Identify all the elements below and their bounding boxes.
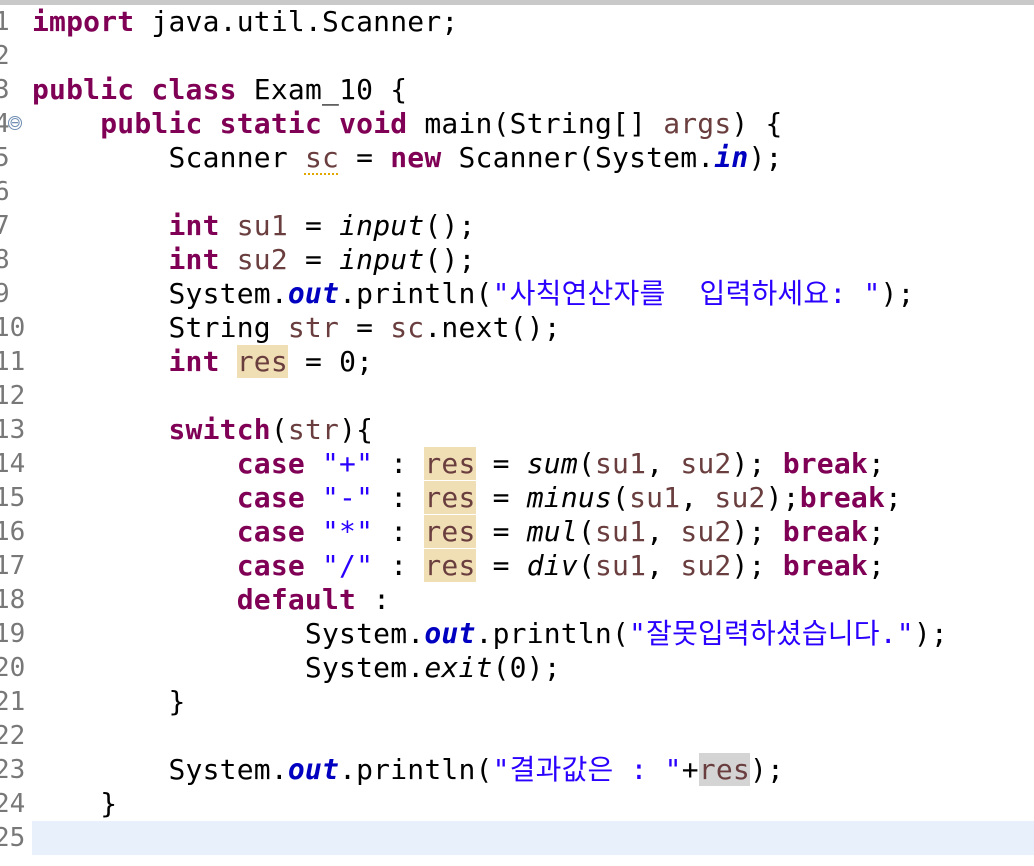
- line-content[interactable]: default :: [32, 583, 390, 617]
- code-line-12[interactable]: 12: [0, 379, 1034, 413]
- line-content[interactable]: }: [32, 685, 186, 719]
- line-number: 13: [0, 415, 26, 445]
- line-content[interactable]: case "-" : res = minus(su1, su2);break;: [32, 481, 902, 515]
- line-number: 22: [0, 721, 26, 751]
- line-content[interactable]: public class Exam_10 {: [32, 73, 407, 107]
- occurrence-highlight: res: [424, 447, 476, 480]
- line-content[interactable]: System.exit(0);: [32, 651, 561, 685]
- line-number: 16: [0, 517, 26, 547]
- line-content[interactable]: }: [32, 787, 117, 821]
- line-number: 14: [0, 449, 26, 479]
- line-number: 5: [0, 143, 10, 173]
- line-number: 4: [0, 109, 10, 139]
- code-line-19[interactable]: 19 System.out.println("잘못입력하셨습니다.");: [0, 617, 1034, 651]
- occurrence-highlight: res: [424, 481, 476, 514]
- line-content[interactable]: System.out.println("잘못입력하셨습니다.");: [32, 617, 948, 651]
- line-number: 3: [0, 75, 10, 105]
- code-line-10[interactable]: 10 String str = sc.next();: [0, 311, 1034, 345]
- line-content[interactable]: int su1 = input();: [32, 209, 476, 243]
- code-line-1[interactable]: 1 import java.util.Scanner;: [0, 5, 1034, 39]
- line-number: 7: [0, 211, 10, 241]
- line-content[interactable]: switch(str){: [32, 413, 373, 447]
- line-number: 1: [0, 7, 10, 37]
- line-number: 18: [0, 585, 26, 615]
- code-line-7[interactable]: 7 int su1 = input();: [0, 209, 1034, 243]
- code-line-4[interactable]: 4 ⊖ public static void main(String[] arg…: [0, 107, 1034, 141]
- code-line-9[interactable]: 9 System.out.println("사칙연산자를 입력하세요: ");: [0, 277, 1034, 311]
- code-line-11[interactable]: 11 int res = 0;: [0, 345, 1034, 379]
- code-line-18[interactable]: 18 default :: [0, 583, 1034, 617]
- selection-highlight: res: [698, 753, 750, 786]
- line-content[interactable]: String str = sc.next();: [32, 311, 561, 345]
- current-line-highlight[interactable]: [32, 821, 1034, 855]
- code-line-21[interactable]: 21 }: [0, 685, 1034, 719]
- occurrence-highlight: res: [236, 345, 288, 378]
- line-content[interactable]: case "/" : res = div(su1, su2); break;: [32, 549, 885, 583]
- code-line-2[interactable]: 2: [0, 39, 1034, 73]
- line-content[interactable]: case "+" : res = sum(su1, su2); break;: [32, 447, 885, 481]
- line-number: 12: [0, 381, 26, 411]
- line-content[interactable]: System.out.println("결과값은 : "+res);: [32, 753, 784, 787]
- code-line-13[interactable]: 13 switch(str){: [0, 413, 1034, 447]
- line-content[interactable]: Scanner sc = new Scanner(System.in);: [32, 141, 783, 175]
- line-number: 8: [0, 245, 10, 275]
- line-content[interactable]: int res = 0;: [32, 345, 373, 379]
- code-line-15[interactable]: 15 case "-" : res = minus(su1, su2);brea…: [0, 481, 1034, 515]
- line-number: 11: [0, 347, 26, 377]
- line-number: 21: [0, 687, 26, 717]
- line-number: 6: [0, 177, 10, 207]
- line-number: 24: [0, 789, 26, 819]
- line-number: 20: [0, 653, 26, 683]
- line-number: 25: [0, 823, 26, 853]
- code-line-6[interactable]: 6: [0, 175, 1034, 209]
- line-content[interactable]: public static void main(String[] args) {: [32, 107, 783, 141]
- line-content[interactable]: System.out.println("사칙연산자를 입력하세요: ");: [32, 277, 915, 311]
- occurrence-highlight: res: [424, 549, 476, 582]
- code-editor[interactable]: 1 import java.util.Scanner; 2 3 public c…: [0, 0, 1034, 866]
- code-line-23[interactable]: 23 System.out.println("결과값은 : "+res);: [0, 753, 1034, 787]
- line-number: 23: [0, 755, 26, 785]
- code-line-3[interactable]: 3 public class Exam_10 {: [0, 73, 1034, 107]
- line-number: 2: [0, 41, 10, 71]
- code-line-24[interactable]: 24 }: [0, 787, 1034, 821]
- line-number: 10: [0, 313, 26, 343]
- code-line-16[interactable]: 16 case "*" : res = mul(su1, su2); break…: [0, 515, 1034, 549]
- code-line-14[interactable]: 14 case "+" : res = sum(su1, su2); break…: [0, 447, 1034, 481]
- line-number: 19: [0, 619, 26, 649]
- line-content[interactable]: int su2 = input();: [32, 243, 476, 277]
- code-line-8[interactable]: 8 int su2 = input();: [0, 243, 1034, 277]
- code-line-20[interactable]: 20 System.exit(0);: [0, 651, 1034, 685]
- line-content[interactable]: import java.util.Scanner;: [32, 5, 458, 39]
- code-line-17[interactable]: 17 case "/" : res = div(su1, su2); break…: [0, 549, 1034, 583]
- line-number: 9: [0, 279, 10, 309]
- occurrence-highlight: res: [424, 515, 476, 548]
- code-line-5[interactable]: 5 Scanner sc = new Scanner(System.in);: [0, 141, 1034, 175]
- code-line-22[interactable]: 22: [0, 719, 1034, 753]
- line-number: 15: [0, 483, 26, 513]
- warning-underline: sc: [304, 141, 340, 174]
- line-number: 17: [0, 551, 26, 581]
- fold-collapse-icon[interactable]: ⊖: [8, 116, 22, 130]
- line-content[interactable]: case "*" : res = mul(su1, su2); break;: [32, 515, 885, 549]
